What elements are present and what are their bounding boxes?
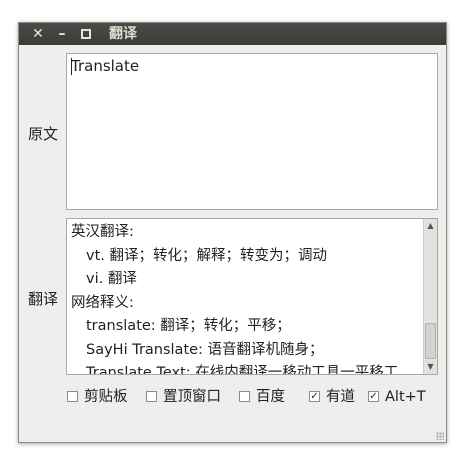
title-bar[interactable]: ✕ – 翻译 xyxy=(19,23,446,45)
option-label: 置顶窗口 xyxy=(163,389,221,405)
translation-line: vi. 翻译 xyxy=(86,271,137,287)
maximize-icon[interactable] xyxy=(76,23,96,45)
option-label: 有道 xyxy=(326,389,355,405)
translation-line: 网络释义: xyxy=(71,294,134,311)
option-label: Alt+T xyxy=(385,389,426,405)
translate-window: ✕ – 翻译 原文 Translate 翻译 英汉翻译: vt. 翻译；转化；解释… xyxy=(18,22,447,443)
option-label: 百度 xyxy=(256,389,285,405)
translation-line: translate: 翻译；转化；平移； xyxy=(86,318,291,334)
translation-line: 英汉翻译: xyxy=(71,224,134,240)
options-row: 剪贴板 置顶窗口 百度 ✓ 有道 ✓ Alt+T xyxy=(67,387,447,407)
option-label: 剪贴板 xyxy=(84,389,128,405)
source-text: Translate xyxy=(71,57,140,75)
resize-grip-icon[interactable] xyxy=(436,432,444,440)
scrollbar-thumb[interactable] xyxy=(425,323,436,359)
translation-line: Translate Text: 在线内翻译一移动工具一平移工 xyxy=(86,365,399,375)
translation-line: SayHi Translate: 语音翻译机随身； xyxy=(86,341,324,358)
scroll-up-icon[interactable]: ▲ xyxy=(424,219,437,233)
scroll-down-icon[interactable]: ▼ xyxy=(424,360,437,374)
translation-label: 翻译 xyxy=(28,290,59,308)
unchecked-checkbox-icon[interactable] xyxy=(239,391,250,402)
translation-text-area[interactable]: 英汉翻译: vt. 翻译；转化；解释；转变为；调动 vi. 翻译网络释义: trans… xyxy=(66,218,438,375)
source-label: 原文 xyxy=(28,125,59,143)
window-title: 翻译 xyxy=(109,26,137,42)
unchecked-checkbox-icon[interactable] xyxy=(146,391,157,402)
source-text-area[interactable]: Translate xyxy=(66,53,438,210)
minimize-icon[interactable]: – xyxy=(52,23,72,45)
translation-lines: 英汉翻译: vt. 翻译；转化；解释；转变为；调动 vi. 翻译网络释义: trans… xyxy=(71,221,421,375)
close-icon[interactable]: ✕ xyxy=(28,23,48,45)
checked-checkbox-icon[interactable]: ✓ xyxy=(368,391,379,402)
checked-checkbox-icon[interactable]: ✓ xyxy=(309,391,320,402)
unchecked-checkbox-icon[interactable] xyxy=(67,391,78,402)
translation-line: vt. 翻译；转化；解释；转变为；调动 xyxy=(86,247,327,264)
text-caret xyxy=(71,58,72,75)
vertical-scrollbar[interactable]: ▲ ▼ xyxy=(423,219,437,374)
